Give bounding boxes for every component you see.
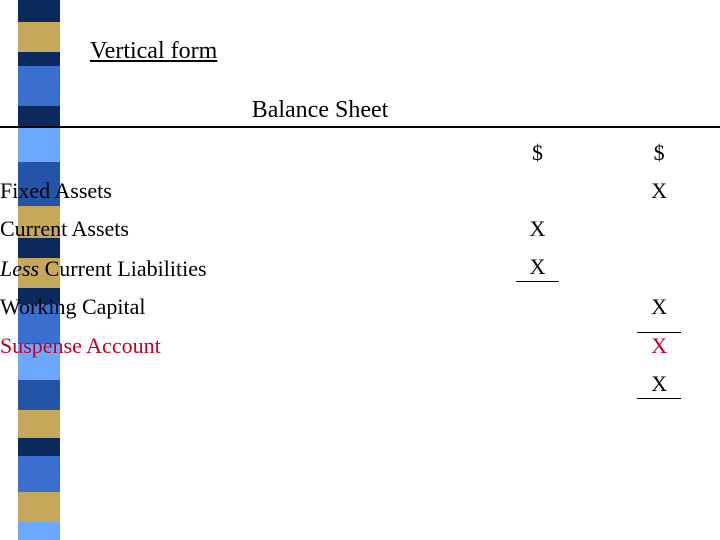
- suspense-label: Suspense Account: [0, 326, 477, 365]
- total-col2: X: [598, 365, 720, 405]
- empty-cell: [0, 134, 477, 172]
- suspense-col2: X: [598, 326, 720, 365]
- suspense-col1: [477, 326, 599, 365]
- sidebar-segment: [18, 492, 60, 522]
- row-current-assets: Current Assets X: [0, 210, 720, 248]
- working-capital-col2: X: [598, 288, 720, 326]
- less-prefix: Less: [0, 256, 39, 281]
- row-less-liabilities: Less Current Liabilities X: [0, 248, 720, 288]
- fixed-assets-col1: [477, 172, 599, 210]
- sidebar-segment: [18, 0, 60, 22]
- sidebar-segment: [18, 410, 60, 438]
- current-assets-label: Current Assets: [0, 210, 477, 248]
- subtitle-row: Balance Sheet: [0, 97, 720, 128]
- current-assets-col1: X: [477, 210, 599, 248]
- sidebar-segment: [18, 522, 60, 540]
- sheet-subtitle: Balance Sheet: [120, 97, 520, 124]
- less-liab-text: Current Liabilities: [39, 256, 206, 281]
- slide-content: Vertical form Balance Sheet $ $ Fixed As…: [0, 38, 720, 405]
- balance-sheet-table: $ $ Fixed Assets X Current Assets X Less…: [0, 134, 720, 405]
- form-title: Vertical form: [90, 38, 720, 65]
- total-underlined: X: [637, 371, 681, 399]
- working-capital-col1: [477, 288, 599, 326]
- row-fixed-assets: Fixed Assets X: [0, 172, 720, 210]
- header-row: $ $: [0, 134, 720, 172]
- sidebar-segment: [18, 438, 60, 456]
- row-working-capital: Working Capital X: [0, 288, 720, 326]
- total-col1: [477, 365, 599, 405]
- col2-header: $: [598, 134, 720, 172]
- underlined-value: X: [516, 254, 560, 282]
- less-liabilities-label: Less Current Liabilities: [0, 248, 477, 288]
- current-assets-col2: [598, 210, 720, 248]
- fixed-assets-col2: X: [598, 172, 720, 210]
- row-total: X: [0, 365, 720, 405]
- overlined-value: X: [637, 332, 681, 359]
- less-liabilities-col2: [598, 248, 720, 288]
- less-liabilities-col1: X: [477, 248, 599, 288]
- row-suspense: Suspense Account X: [0, 326, 720, 365]
- working-capital-label: Working Capital: [0, 288, 477, 326]
- col1-header: $: [477, 134, 599, 172]
- total-label: [0, 365, 477, 405]
- fixed-assets-label: Fixed Assets: [0, 172, 477, 210]
- sidebar-segment: [18, 456, 60, 492]
